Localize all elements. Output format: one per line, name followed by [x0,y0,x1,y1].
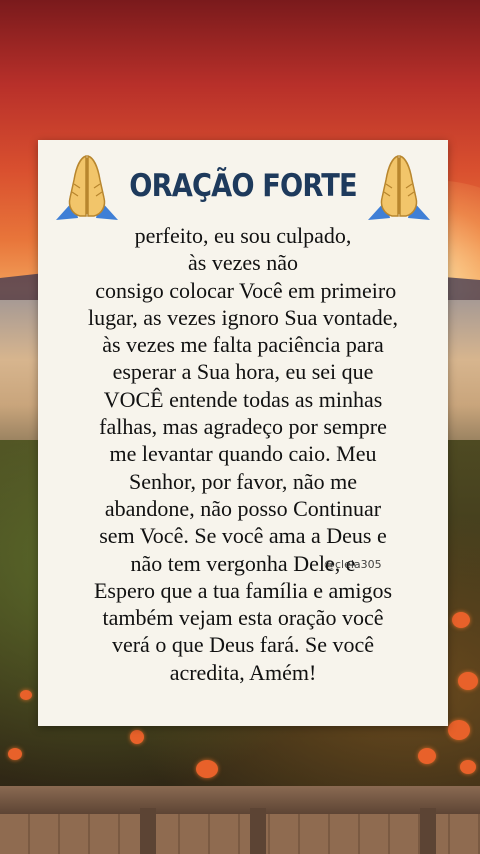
flower [452,612,470,628]
text-line: consigo colocar Você em primeiro [89,277,397,303]
wooden-railing [0,786,480,816]
text-line: às vezes me falta paciência para [102,332,384,358]
praying-hands-icon [56,154,118,220]
card-header: ORAÇÃO FORTE [38,150,448,226]
praying-hands-icon [368,154,430,220]
text-line: falhas, mas agradeço por sempre [99,414,387,440]
watermark: @cleia305 [324,558,382,571]
flower [458,672,478,690]
text-line: lugar, as vezes ignoro Sua vontade, [87,304,399,330]
flower [196,760,218,778]
text-line: verá o que Deus fará. Se você [111,632,375,658]
prayer-text: perfeito, eu sou culpado, às vezes não c… [46,222,440,686]
text-line: me levantar quando caio. Meu [109,441,377,467]
text-line: às vezes não [188,250,298,276]
text-line: VOCÊ entende todas as minhas [103,386,383,412]
flower [418,748,436,764]
prayer-card: ORAÇÃO FORTE perfeito, eu sou culpado, à… [38,140,448,726]
railing-post [140,808,156,854]
text-line: também vejam esta oração você [102,605,384,631]
flower [8,748,22,760]
card-title: ORAÇÃO FORTE [129,168,357,204]
text-line: sem Você. Se você ama a Deus e [99,523,387,549]
text-line: Senhor, por favor, não me [129,468,357,494]
railing-post [420,808,436,854]
wooden-deck [0,814,480,854]
text-line: abandone, não posso Continuar [104,495,382,521]
flower [20,690,32,700]
flower [460,760,476,774]
text-line: perfeito, eu sou culpado, [134,223,352,248]
text-line: acredita, Amém! [169,659,317,685]
railing-post [250,808,266,854]
text-line: Espero que a tua família e amigos [93,577,393,603]
text-line: esperar a Sua hora, eu sei que [112,359,374,385]
flower [130,730,144,744]
flower [448,720,470,740]
